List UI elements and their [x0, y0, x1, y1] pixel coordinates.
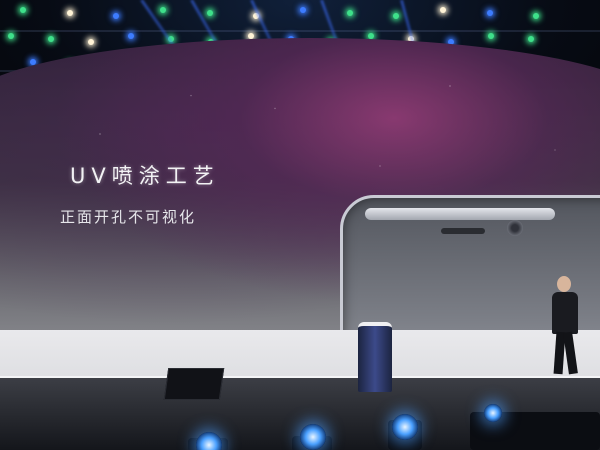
- phone-top-glass: [365, 208, 555, 220]
- presenter-head: [557, 276, 571, 292]
- podium-pillar: [358, 322, 392, 392]
- slide-subtitle: 正面开孔不可视化: [60, 208, 197, 226]
- slide-title: UV喷涂工艺: [70, 164, 220, 188]
- truss-bar: [0, 30, 600, 32]
- ceiling-light: [113, 13, 120, 19]
- earpiece-slot: [441, 228, 485, 234]
- presenter: [548, 276, 582, 376]
- ceiling-light: [440, 7, 446, 13]
- stage-monitor-speaker: [163, 368, 225, 400]
- ceiling-light: [206, 10, 213, 16]
- front-camera-icon: [507, 220, 523, 236]
- ceiling-light: [66, 10, 73, 16]
- stage-light: [300, 424, 326, 450]
- ceiling-light: [346, 10, 353, 16]
- ceiling-light: [160, 7, 166, 13]
- presenter-leg: [563, 331, 578, 375]
- keynote-stage-photo: UV喷涂工艺 正面开孔不可视化: [0, 0, 600, 450]
- ceiling-light: [533, 13, 540, 19]
- presenter-body: [552, 292, 578, 334]
- ceiling-light: [393, 13, 400, 19]
- stage-light: [484, 404, 502, 422]
- ceiling-light: [486, 10, 493, 16]
- ceiling-light: [300, 7, 306, 13]
- stage-light: [392, 414, 418, 440]
- ceiling-light: [20, 7, 26, 13]
